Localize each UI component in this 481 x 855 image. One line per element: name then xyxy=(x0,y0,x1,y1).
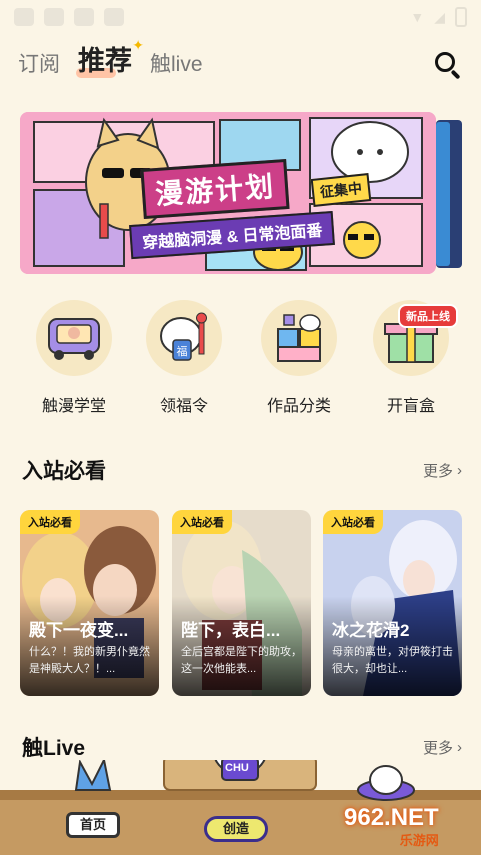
category-puzzle-icon xyxy=(277,314,321,362)
more-label: 更多 xyxy=(422,739,453,757)
chevron-right-icon: › xyxy=(457,738,462,756)
svg-text:福: 福 xyxy=(177,344,188,358)
section-header-newcomer: 入站必看 更多 › xyxy=(22,455,462,485)
more-link[interactable]: 更多 › xyxy=(423,737,462,758)
comic-card[interactable]: 入站必看 冰之花滑2 母亲的离世，对伊筱打击很大，却也让... xyxy=(323,510,462,696)
more-link[interactable]: 更多 › xyxy=(423,460,462,481)
nav-home-button[interactable]: 首页 xyxy=(66,812,120,838)
battery-icon xyxy=(455,7,467,27)
card-description: 母亲的离世，对伊筱打击很大，却也让... xyxy=(332,646,453,675)
card-title: 冰之花滑2 xyxy=(332,621,410,640)
quick-entry-label: 触漫学堂 xyxy=(41,398,106,415)
banner-next-peek-inner xyxy=(436,122,450,266)
card-title: 殿下一夜变... xyxy=(29,621,129,640)
more-label: 更多 xyxy=(422,462,453,480)
watermark-logo: 962.NET 乐游网 xyxy=(344,804,439,849)
comic-card[interactable]: 入站必看 陛下，表白... 全后宫都是陛下的助攻，这一次他能表... xyxy=(172,510,311,696)
card-description: 全后宫都是陛下的助攻，这一次他能表... xyxy=(181,646,302,675)
section-title: 入站必看 xyxy=(22,460,106,483)
card-tag: 入站必看 xyxy=(20,510,80,534)
quick-entry-category[interactable]: 作品分类 xyxy=(249,300,349,416)
top-tabs: 订阅 推荐 ✦ 触live xyxy=(18,37,463,88)
quick-entry-school[interactable]: 触漫学堂 xyxy=(24,300,124,416)
banner-carousel[interactable]: 漫游计划 征集中 穿越脑洞漫 & 日常泡面番 xyxy=(20,112,462,274)
tab-subscribe[interactable]: 订阅 xyxy=(18,48,60,88)
chevron-right-icon: › xyxy=(457,461,462,479)
bottom-navigation: CHU 首页 创造 962.NET 乐游网 xyxy=(0,760,481,855)
notification-icon xyxy=(104,8,124,26)
section-title: 触Live xyxy=(22,737,86,760)
search-icon xyxy=(435,52,455,72)
status-bar: ▼ ◢ xyxy=(0,0,481,34)
comic-card-list: 入站必看 殿下一夜变... 什么？！我的新男仆竟然是神殿大人？！... 入站必看… xyxy=(20,510,462,696)
notification-icon xyxy=(44,8,64,26)
notification-icon xyxy=(74,8,94,26)
search-button[interactable] xyxy=(433,50,463,80)
sparkle-icon: ✦ xyxy=(132,37,144,53)
card-tag: 入站必看 xyxy=(172,510,232,534)
chu-badge: CHU xyxy=(225,762,249,774)
wifi-icon: ▼ xyxy=(410,9,425,25)
card-title: 陛下，表白... xyxy=(181,621,281,640)
section-header-live: 触Live 更多 › xyxy=(22,732,462,762)
watermark-brand: 962.NET xyxy=(344,804,439,831)
banner-title: 漫游计划 xyxy=(140,158,290,220)
quick-entry-label: 开盲盒 xyxy=(386,398,435,415)
new-badge: 新品上线 xyxy=(398,304,458,328)
card-tag: 入站必看 xyxy=(323,510,383,534)
tab-live[interactable]: 触live xyxy=(150,48,203,88)
nav-create-button[interactable]: 创造 xyxy=(204,816,268,842)
quick-entry-label: 作品分类 xyxy=(266,398,331,415)
comic-card[interactable]: 入站必看 殿下一夜变... 什么？！我的新男仆竟然是神殿大人？！... xyxy=(20,510,159,696)
lucky-token-icon: 福 xyxy=(160,312,207,361)
tab-recommend[interactable]: 推荐 ✦ xyxy=(76,37,144,88)
card-description: 什么？！我的新男仆竟然是神殿大人？！... xyxy=(29,646,150,675)
watermark-sub: 乐游网 xyxy=(399,833,439,848)
school-bus-icon xyxy=(48,318,100,360)
signal-icon: ◢ xyxy=(434,8,445,25)
banner-slide[interactable]: 漫游计划 征集中 穿越脑洞漫 & 日常泡面番 xyxy=(20,112,436,274)
quick-entry-label: 领福令 xyxy=(159,398,208,415)
quick-entry-lucky[interactable]: 福 领福令 xyxy=(134,300,234,416)
notification-icon xyxy=(14,8,34,26)
tab-recommend-label: 推荐 xyxy=(78,46,132,76)
